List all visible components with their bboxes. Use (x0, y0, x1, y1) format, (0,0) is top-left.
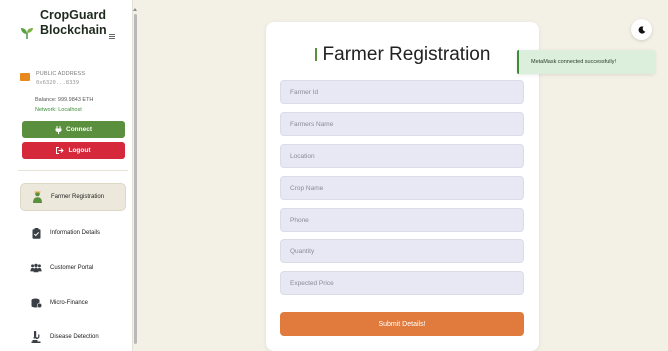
toast-notification: MetaMask connected successfully! (517, 50, 655, 74)
scroll-thumb[interactable] (134, 14, 137, 344)
theme-toggle-button[interactable] (631, 19, 652, 40)
page-title: Farmer Registration (266, 44, 539, 66)
phone-field[interactable] (280, 208, 524, 232)
expected-price-field[interactable] (280, 271, 524, 295)
logout-label: Logout (68, 147, 91, 154)
sidebar: CropGuard Blockchain PUBLIC ADDRESS 0x63… (0, 0, 133, 351)
nav-item-customer-portal[interactable]: Customer Portal (20, 254, 126, 282)
connect-button[interactable]: Connect (22, 121, 125, 138)
network: Network: Localhost (35, 107, 82, 113)
moon-icon (638, 25, 645, 34)
microscope-icon (30, 331, 42, 343)
farmer-icon (31, 191, 43, 203)
logout-button[interactable]: Logout (22, 142, 125, 159)
sidebar-scrollbar[interactable] (133, 8, 138, 351)
brand-line-1: CropGuard (40, 8, 106, 22)
registration-card: Farmer Registration Submit Details! (266, 22, 539, 351)
menu-icon[interactable] (109, 34, 115, 39)
plug-icon (55, 125, 62, 134)
nav-label: Customer Portal (50, 265, 94, 271)
title-accent-bar (314, 48, 317, 61)
nav-label: Disease Detection (50, 334, 99, 340)
brand-title: CropGuard Blockchain (40, 8, 107, 38)
clipboard-icon (30, 227, 42, 239)
submit-button[interactable]: Submit Details! (280, 312, 524, 336)
nav-label: Farmer Registration (51, 194, 105, 200)
nav-item-information-details[interactable]: Information Details (20, 219, 126, 247)
wallet-icon (20, 73, 30, 81)
leaf-logo-icon (21, 28, 33, 39)
logout-icon (56, 147, 65, 154)
farmers-name-field[interactable] (280, 112, 524, 136)
quantity-field[interactable] (280, 239, 524, 263)
brand: CropGuard Blockchain (20, 8, 130, 52)
toast-message: MetaMask connected successfully! (531, 59, 616, 65)
farmer-id-field[interactable] (280, 80, 524, 104)
users-icon (30, 262, 42, 274)
nav-label: Micro-Finance (50, 300, 89, 306)
page-title-text: Farmer Registration (322, 44, 491, 65)
coins-icon (30, 297, 42, 309)
balance: Balance: 999.9843 ETH (35, 97, 94, 103)
connect-label: Connect (66, 126, 92, 133)
scroll-up-icon[interactable] (133, 8, 137, 11)
address-label: PUBLIC ADDRESS (36, 71, 86, 77)
location-field[interactable] (280, 144, 524, 168)
nav-item-micro-finance[interactable]: Micro-Finance (20, 289, 126, 317)
nav-item-farmer-registration[interactable]: Farmer Registration (20, 183, 126, 211)
nav-divider (18, 170, 128, 171)
nav-item-disease-detection[interactable]: Disease Detection (20, 323, 126, 351)
nav-label: Information Details (50, 230, 101, 236)
crop-name-field[interactable] (280, 176, 524, 200)
brand-line-2: Blockchain (40, 23, 107, 37)
address-value: 0x6320...8339 (36, 80, 80, 86)
